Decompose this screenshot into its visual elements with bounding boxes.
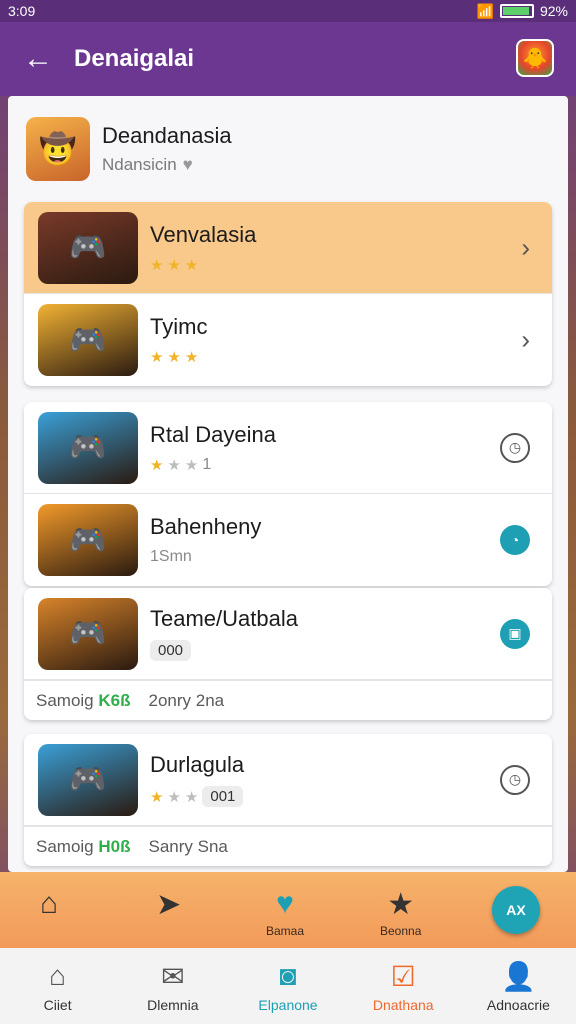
battery-fill: [502, 7, 529, 15]
game-row[interactable]: 🎮 Venvalasia ★ ★ ★ ›: [24, 202, 552, 294]
timer-icon[interactable]: ◔: [500, 525, 530, 555]
footer-left-text: Samoig K6ß: [36, 691, 131, 711]
fab-button[interactable]: AX: [492, 886, 540, 934]
star-badge-icon: ★: [387, 887, 415, 921]
game-thumbnail-icon: 🎮: [38, 211, 138, 284]
status-icons: 📶 92%: [477, 3, 568, 20]
header-title: Deandanasia: [102, 123, 232, 148]
send-icon: ➤: [156, 887, 182, 921]
game-group-2: 🎮 Rtal Dayeina ★ ★ ★ 1 ◷ 🎮 Bahenheny 1Smn ◔: [24, 402, 552, 586]
star-icon: ★: [150, 256, 164, 274]
action-send[interactable]: ➤: [156, 884, 181, 924]
heart-badge-icon: ♥: [276, 887, 294, 920]
game-title: Bahenheny: [150, 514, 262, 539]
game-group-1: 🎮 Venvalasia ★ ★ ★ › 🎮 Tyimc ★ ★ ★ ›: [24, 202, 552, 386]
battery-icon: [499, 4, 534, 18]
group-footer: Samoig H0ß Sanry Sna: [24, 826, 552, 866]
game-meta-text: 1Smn: [150, 548, 192, 565]
game-row[interactable]: 🎮 Durlagula ★ ★ ★ 001 ◷: [24, 734, 552, 826]
clock-icon[interactable]: ◷: [500, 432, 530, 463]
bookmark-icon[interactable]: ▣: [500, 618, 530, 649]
game-avatar-icon[interactable]: 🐥: [516, 39, 554, 77]
footer-right-text: Sanry Sna: [148, 836, 228, 856]
game-title: Teame/Uatbala: [150, 606, 298, 631]
game-meta: 1Smn: [150, 548, 552, 566]
battery-percent: 92%: [539, 3, 568, 19]
footer-label: Samoig: [36, 836, 94, 856]
game-row[interactable]: 🎮 Rtal Dayeina ★ ★ ★ 1 ◷: [24, 402, 552, 494]
mail-icon: ✉: [161, 960, 185, 992]
game-meta: ★ ★ ★ 1: [150, 456, 552, 474]
game-thumbnail-icon: 🎮: [38, 504, 138, 576]
game-meta: ★ ★ ★ 001: [150, 786, 552, 807]
wifi-icon: 📶: [476, 2, 494, 19]
star-icon: ★: [184, 349, 199, 366]
game-row[interactable]: 🎮 Tyimc ★ ★ ★ ›: [24, 294, 552, 386]
star-icon: ★: [167, 788, 181, 806]
action-home[interactable]: ⌂: [40, 884, 58, 924]
game-meta: ★ ★ ★: [150, 348, 552, 366]
nav-item-profile[interactable]: 👤 Adnoacrie: [461, 948, 576, 1024]
game-title: Durlagula: [150, 752, 245, 777]
game-group-3: 🎮 Teame/Uatbala 000 ▣ Samoig K6ß 2onry 2na: [24, 588, 552, 720]
game-group-4: 🎮 Durlagula ★ ★ ★ 001 ◷ Samoig H0ß Sanry Sna: [24, 734, 552, 866]
page-title: Denaigalai: [74, 45, 195, 72]
game-header: 🤠 Deandanasia Ndansicin ♥: [26, 110, 550, 188]
game-meta: 000: [150, 640, 552, 661]
star-icon: ★: [150, 456, 164, 474]
home-icon: ⌂: [40, 887, 59, 920]
game-thumbnail-icon: 🎮: [38, 304, 138, 376]
star-icon: ★: [167, 256, 181, 274]
nav-item-tasks[interactable]: ☑ Dnathana: [346, 948, 461, 1024]
app-bar: ← Denaigalai 🐥: [0, 22, 576, 96]
game-thumbnail-icon: 🎮: [38, 743, 138, 816]
game-thumbnail-icon: 🎮: [38, 597, 138, 670]
game-meta-text: 1: [202, 455, 212, 473]
action-bar: ⌂ ➤ ♥ Bamaa ★ Beonna AX: [0, 872, 576, 948]
action-starred[interactable]: ★ Beonna: [380, 884, 421, 939]
game-row[interactable]: 🎮 Teame/Uatbala 000 ▣: [24, 588, 552, 680]
chevron-right-icon[interactable]: ›: [521, 325, 530, 356]
bottom-nav: ⌂ Ciiet ✉ Dlemnia ◙ Elpanone ☑ Dnathana …: [0, 948, 576, 1024]
circle-square-icon: ◙: [279, 960, 297, 991]
chevron-right-icon[interactable]: ›: [521, 232, 530, 263]
game-character-icon: 🤠: [26, 117, 90, 181]
game-meta-text: 001: [202, 786, 244, 807]
star-icon: ★: [184, 788, 199, 806]
game-title: Rtal Dayeina: [150, 421, 276, 447]
nav-item-mail[interactable]: ✉ Dlemnia: [115, 948, 230, 1024]
footer-right-text: 2onry 2na: [148, 690, 225, 710]
game-meta-text: 000: [150, 640, 192, 661]
group-footer: Samoig K6ß 2onry 2na: [24, 680, 552, 720]
game-thumbnail-icon: 🎮: [38, 411, 138, 484]
star-icon: ★: [184, 456, 199, 474]
action-favorites[interactable]: ♥ Bamaa: [266, 884, 304, 938]
nav-item-home[interactable]: ⌂ Ciiet: [0, 948, 115, 1024]
person-icon: 👤: [500, 960, 536, 992]
heart-icon[interactable]: ♥: [183, 155, 193, 175]
game-title: Tyimc: [150, 314, 208, 339]
nav-item-explore[interactable]: ◙ Elpanone: [230, 948, 345, 1024]
content-sheet: 🤠 Deandanasia Ndansicin ♥ 🎮 Venvalasia ★ ★ ★…: [8, 96, 568, 872]
footer-code: K6ß: [98, 690, 131, 710]
game-title: Venvalasia: [150, 221, 257, 247]
status-bar: 3:09 📶 92%: [0, 0, 576, 22]
check-badge-icon: ☑: [390, 960, 416, 992]
footer-label: Samoig: [36, 690, 94, 710]
star-icon: ★: [150, 349, 164, 366]
status-time: 3:09: [8, 3, 36, 19]
footer-code: H0ß: [98, 836, 131, 856]
clock-icon[interactable]: ◷: [500, 764, 530, 795]
game-row[interactable]: 🎮 Bahenheny 1Smn ◔: [24, 494, 552, 586]
game-meta: ★ ★ ★: [150, 256, 552, 274]
star-icon: ★: [167, 456, 181, 474]
footer-left-text: Samoig H0ß: [36, 837, 131, 857]
back-button[interactable]: ←: [18, 39, 58, 79]
star-icon: ★: [167, 349, 181, 366]
star-icon: ★: [150, 788, 164, 806]
header-subtitle: Ndansicin ♥: [102, 155, 193, 175]
star-icon: ★: [184, 256, 199, 274]
arrow-left-icon: ←: [23, 42, 53, 75]
home-outline-icon: ⌂: [49, 960, 67, 991]
